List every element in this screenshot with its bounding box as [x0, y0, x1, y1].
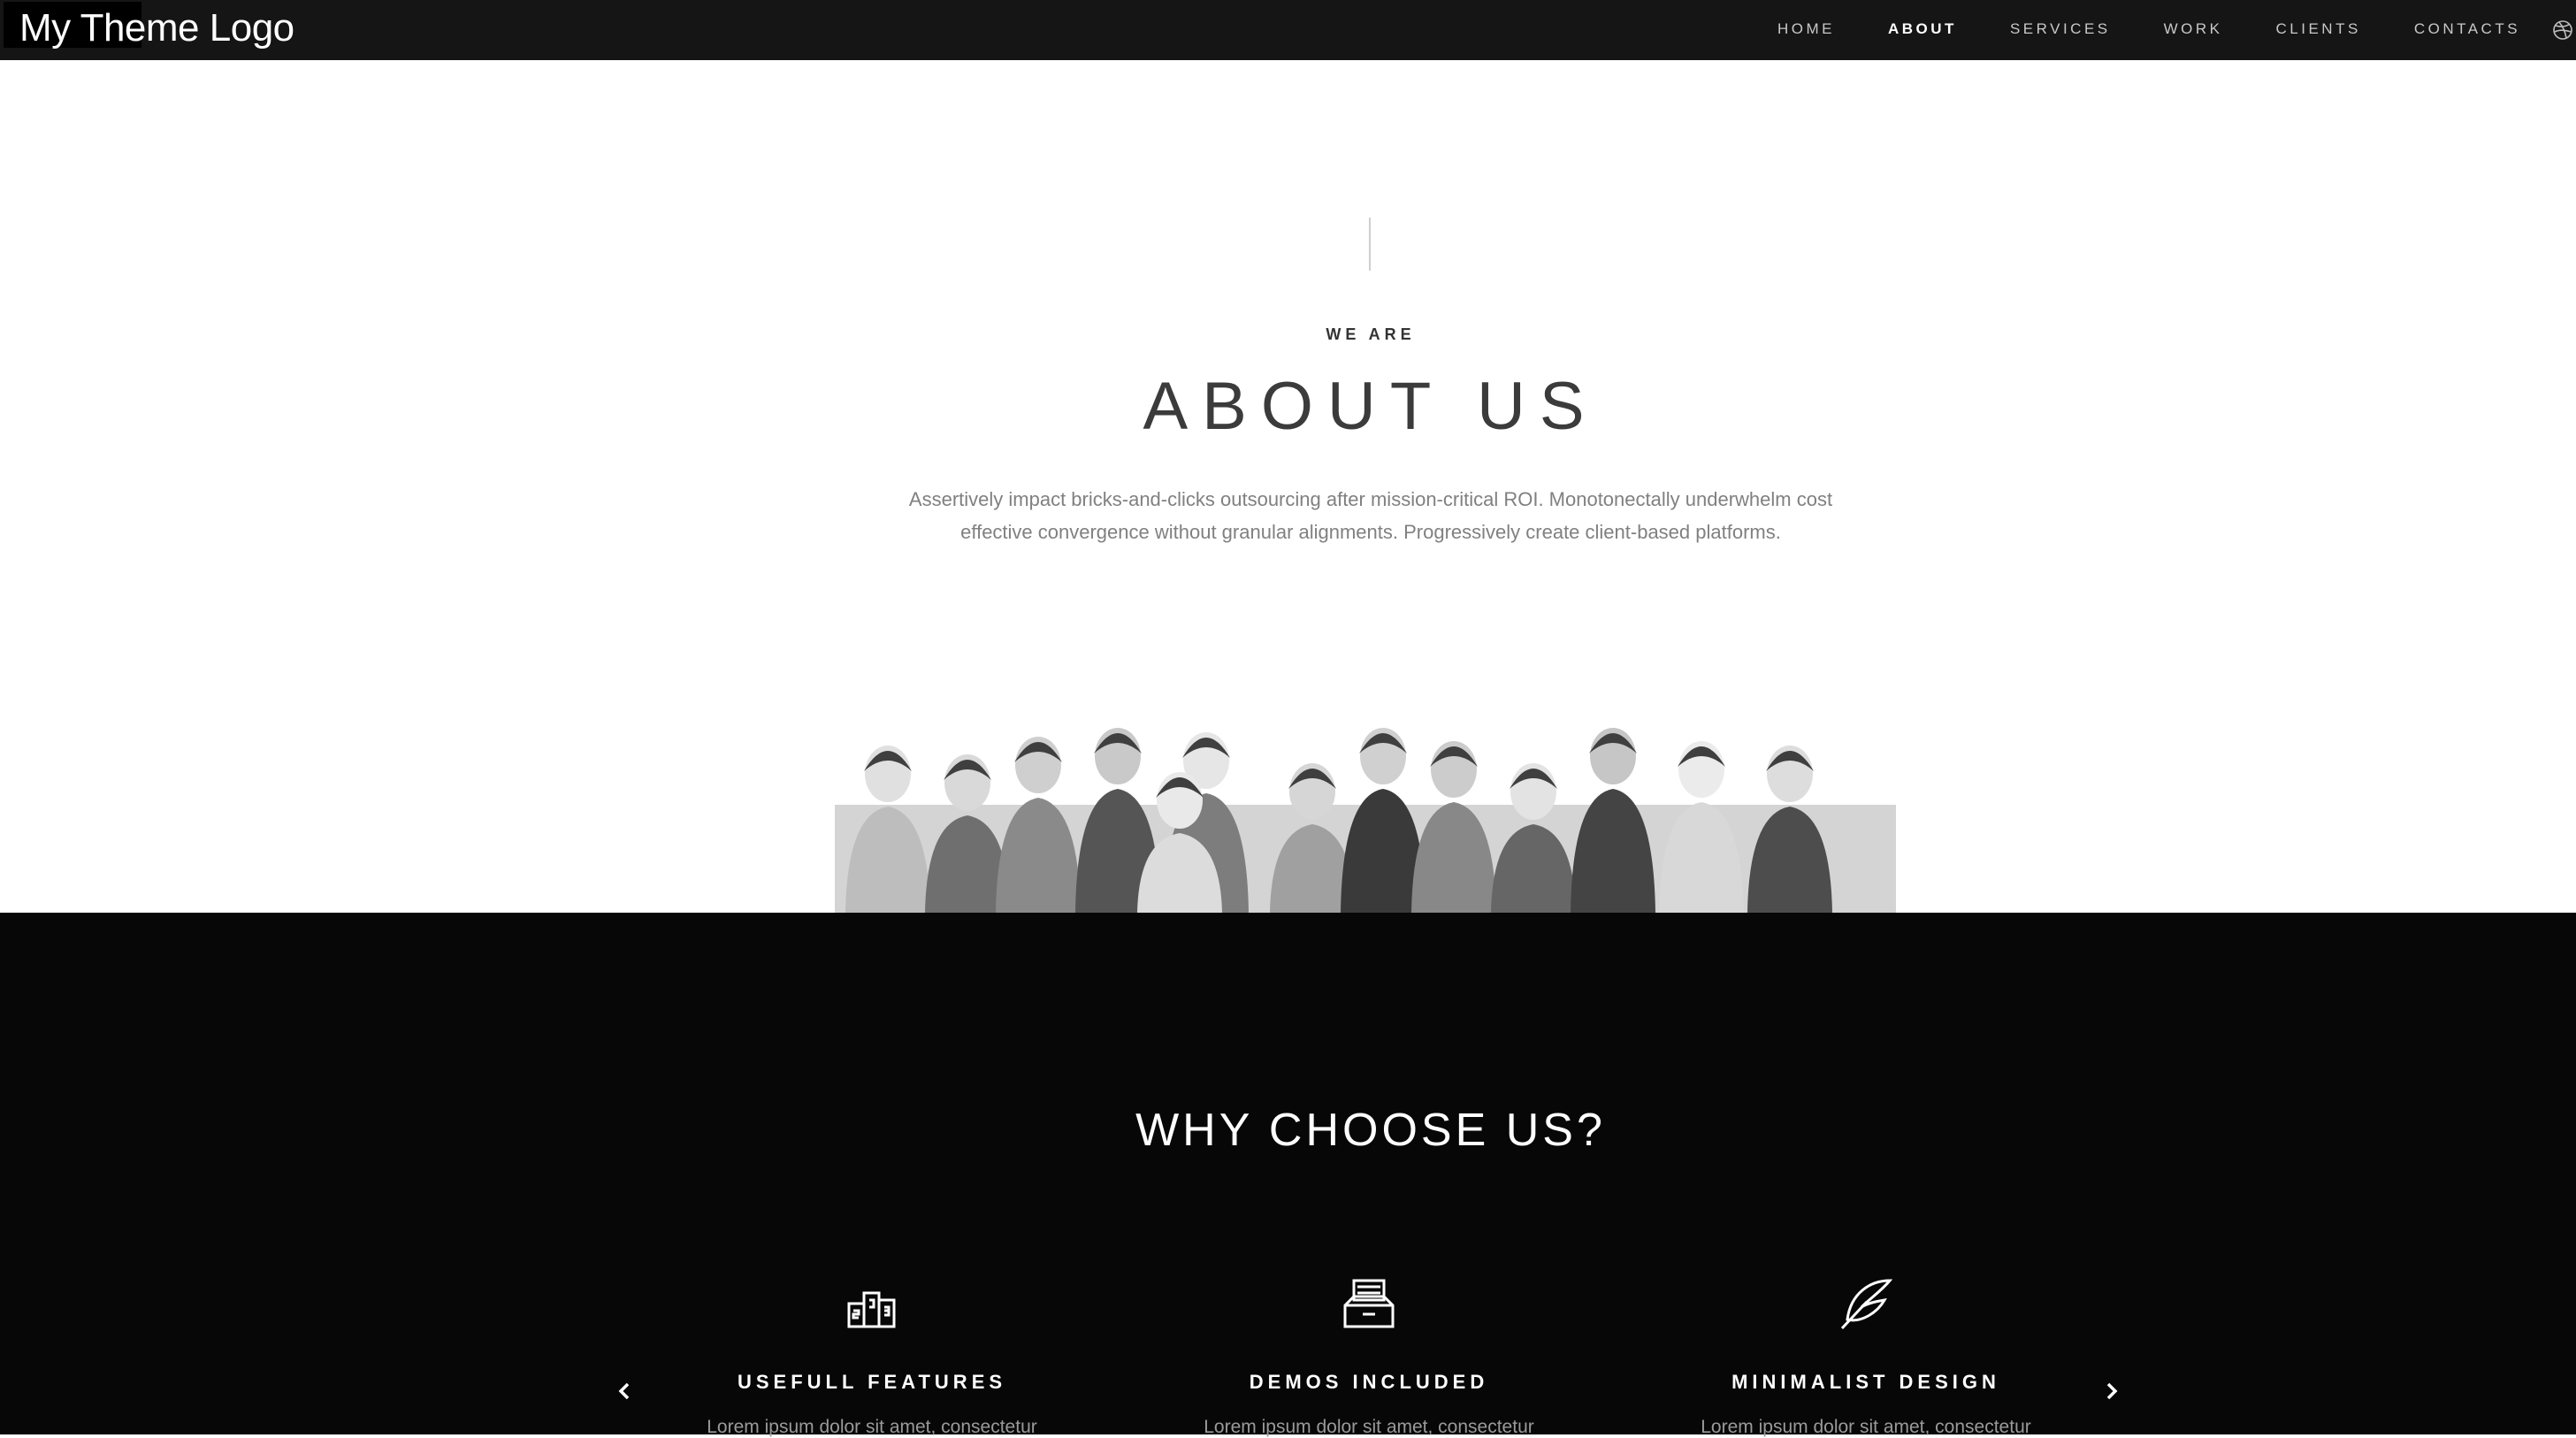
feature-card: DEMOS INCLUDED Lorem ipsum dolor sit ame…: [1121, 1274, 1617, 1438]
nav-item-contacts[interactable]: CONTACTS: [2388, 0, 2547, 60]
about-eyebrow: WE ARE: [1326, 325, 1416, 343]
main-menu: HOME ABOUT SERVICES WORK CLIENTS CONTACT…: [1751, 0, 2547, 60]
dribbble-icon[interactable]: [2552, 19, 2573, 41]
feather-icon: [1840, 1279, 1893, 1330]
inbox-tray-icon: [1343, 1279, 1395, 1328]
nav-item-work[interactable]: WORK: [2137, 0, 2250, 60]
logo-text[interactable]: My Theme Logo: [19, 4, 294, 53]
feature-card: MINIMALIST DESIGN Lorem ipsum dolor sit …: [1618, 1274, 2114, 1438]
nav-item-home[interactable]: HOME: [1751, 0, 1861, 60]
feature-title: USEFULL FEATURES: [737, 1371, 1007, 1393]
nav-item-services[interactable]: SERVICES: [1984, 0, 2137, 60]
nav-item-about[interactable]: ABOUT: [1861, 0, 1984, 60]
nav-item-clients[interactable]: CLIENTS: [2250, 0, 2388, 60]
podium-icon: [847, 1291, 896, 1328]
why-title: WHY CHOOSE US?: [1135, 1105, 1606, 1156]
feature-title: MINIMALIST DESIGN: [1731, 1371, 2000, 1393]
top-navbar: My Theme Logo HOME ABOUT SERVICES WORK C…: [0, 0, 2576, 60]
about-title: ABOUT US: [1143, 369, 1599, 444]
group-of-people-photo: [835, 728, 1896, 913]
about-description: Assertively impact bricks-and-clicks out…: [908, 488, 1833, 543]
feature-text: Lorem ipsum dolor sit amet, consectetur: [707, 1417, 1037, 1437]
feature-title: DEMOS INCLUDED: [1249, 1371, 1489, 1393]
feature-text: Lorem ipsum dolor sit amet, consectetur: [1204, 1417, 1534, 1437]
section-divider-line: [1369, 218, 1371, 271]
feature-card: USEFULL FEATURES Lorem ipsum dolor sit a…: [624, 1274, 1120, 1438]
feature-text: Lorem ipsum dolor sit amet, consectetur: [1701, 1417, 2031, 1437]
